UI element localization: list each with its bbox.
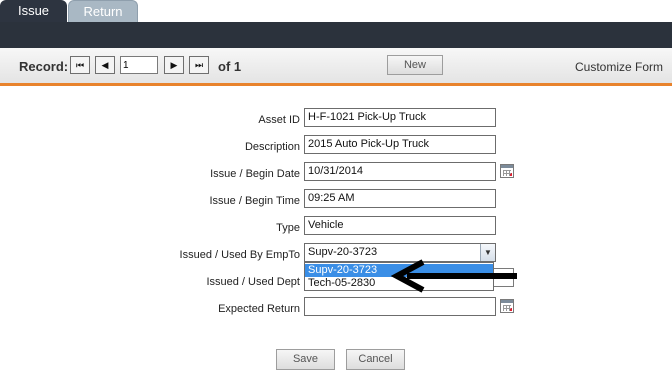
record-toolbar: Record: ⏮ ◀ ▶ ⏭ of 1 New Customize Form <box>0 48 672 86</box>
asset-id-field[interactable]: H-F-1021 Pick-Up Truck <box>304 108 496 127</box>
record-number-input[interactable] <box>120 56 158 74</box>
record-label: Record: <box>19 59 69 74</box>
next-record-button[interactable]: ▶ <box>164 56 184 74</box>
next-record-icon: ▶ <box>170 59 178 70</box>
annotation-arrow <box>390 259 517 293</box>
previous-record-button[interactable]: ◀ <box>95 56 115 74</box>
issued-dept-label: Issued / Used Dept <box>206 276 300 288</box>
begin-time-field[interactable]: 09:25 AM <box>304 189 496 208</box>
issued-by-label: Issued / Used By EmpTo <box>179 249 300 261</box>
first-record-icon: ⏮ <box>75 59 85 70</box>
header-band <box>0 22 672 48</box>
calendar-icon[interactable] <box>500 299 514 313</box>
description-field[interactable]: 2015 Auto Pick-Up Truck <box>304 135 496 154</box>
last-record-icon: ⏭ <box>194 59 204 70</box>
expected-return-field[interactable] <box>304 297 496 316</box>
issued-by-value: Supv-20-3723 <box>308 246 378 258</box>
begin-date-field[interactable]: 10/31/2014 <box>304 162 496 181</box>
previous-record-icon: ◀ <box>101 59 109 70</box>
cancel-button[interactable]: Cancel <box>346 349 405 370</box>
begin-date-label: Issue / Begin Date <box>210 168 300 180</box>
tab-strip: Issue Return <box>0 0 672 22</box>
begin-time-label: Issue / Begin Time <box>209 195 301 207</box>
type-field[interactable]: Vehicle <box>304 216 496 235</box>
new-button[interactable]: New <box>387 55 443 75</box>
last-record-button[interactable]: ⏭ <box>189 56 209 74</box>
customize-form-link[interactable]: Customize Form <box>575 60 663 74</box>
tab-return[interactable]: Return <box>68 0 138 22</box>
type-label: Type <box>276 222 300 234</box>
record-count-label: of 1 <box>218 59 242 74</box>
calendar-icon[interactable] <box>500 164 514 178</box>
save-button[interactable]: Save <box>276 349 335 370</box>
asset-id-label: Asset ID <box>258 114 300 126</box>
expected-return-label: Expected Return <box>218 303 300 315</box>
tab-issue[interactable]: Issue <box>0 0 67 22</box>
first-record-button[interactable]: ⏮ <box>70 56 90 74</box>
description-label: Description <box>244 141 300 153</box>
